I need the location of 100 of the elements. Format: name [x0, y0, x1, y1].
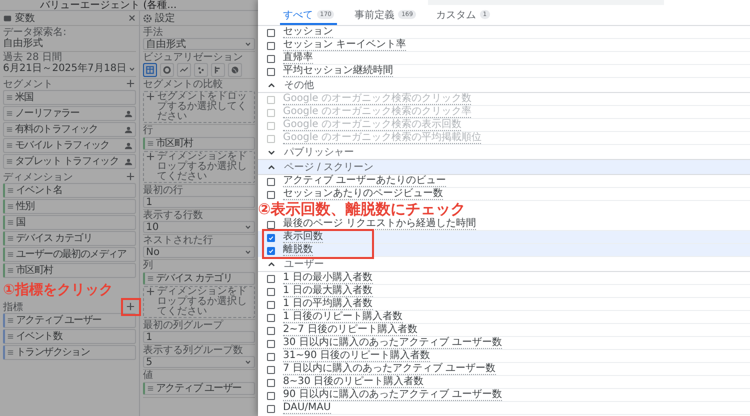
drag-handle-icon[interactable]	[7, 251, 14, 258]
drop-zone[interactable]: セグメントをドロップするか選択してください	[143, 91, 255, 123]
checkbox[interactable]	[267, 190, 275, 198]
metric-name[interactable]: 7 日以内に購入のあったアクティブ ユーザー数	[283, 363, 496, 375]
metric-name[interactable]: 31~90 日後のリピート購入者数	[283, 350, 430, 362]
dropdown-caret-icon	[244, 40, 252, 48]
checkbox[interactable]	[267, 404, 275, 412]
checkbox[interactable]	[267, 178, 275, 186]
metric-chip[interactable]: アクティブ ユーザー	[3, 313, 136, 328]
dimension-chip[interactable]: イベント名	[3, 183, 136, 198]
drag-handle-icon[interactable]	[7, 203, 14, 210]
category-header[interactable]: その他	[258, 78, 750, 93]
dropdown-field[interactable]: 5	[143, 356, 255, 368]
category-header[interactable]: ページ / スクリーン	[258, 160, 750, 175]
drag-handle-icon[interactable]	[6, 158, 13, 165]
drag-handle-icon[interactable]	[7, 235, 14, 242]
metric-name[interactable]: 平均セッション継続時間	[283, 65, 393, 77]
metric-name[interactable]: DAU/MAU	[283, 402, 331, 414]
dimension-chip[interactable]: デバイス カテゴリ	[143, 272, 255, 285]
metric-name[interactable]: 表示回数	[283, 231, 323, 243]
metric-name[interactable]: 30 日以内に購入のあったアクティブ ユーザー数	[283, 337, 502, 349]
dimension-chip[interactable]: デバイス カテゴリ	[3, 231, 136, 246]
drag-handle-icon[interactable]	[147, 275, 154, 282]
dimension-chip[interactable]: 性別	[3, 199, 136, 214]
input-field[interactable]: 1	[143, 331, 255, 343]
metric-name[interactable]: 1 日の平均購入者数	[283, 298, 373, 310]
checkbox[interactable]	[267, 220, 275, 228]
field-label: 最初の列グループ	[143, 321, 224, 331]
metric-name[interactable]: セッションあたりのページビュー数	[283, 188, 443, 200]
field-label: データ探索名:	[3, 28, 68, 38]
metric-name[interactable]: 1 日の最小購入者数	[283, 272, 373, 284]
dropdown-field[interactable]: No	[143, 246, 255, 258]
checkbox[interactable]	[267, 392, 275, 400]
checkbox[interactable]	[267, 326, 275, 334]
drag-handle-icon[interactable]	[6, 126, 13, 133]
metric-name[interactable]: 1 日の最大購入者数	[283, 285, 373, 297]
field-label: ビジュアリゼーション	[143, 53, 244, 63]
field-value[interactable]: 自由形式	[3, 38, 136, 49]
add-button[interactable]	[126, 79, 136, 89]
checkbox[interactable]	[267, 68, 275, 76]
segment-chip[interactable]: 米国	[3, 90, 136, 105]
checkbox[interactable]	[267, 274, 275, 282]
drop-zone[interactable]: ディメンションをドロップするか選択してください	[143, 286, 255, 318]
checkbox[interactable]	[267, 314, 275, 322]
drag-handle-icon[interactable]	[7, 349, 14, 356]
dimension-chip[interactable]: アクティブ ユーザー	[143, 382, 255, 395]
checkbox[interactable]	[267, 352, 275, 360]
category-header[interactable]: ユーザー	[258, 257, 750, 272]
drag-handle-icon[interactable]	[7, 333, 14, 340]
metric-name[interactable]: セッション	[283, 26, 333, 38]
drag-handle-icon[interactable]	[6, 142, 13, 149]
checkbox[interactable]	[267, 300, 275, 308]
metric-name[interactable]: 8~30 日後のリピート購入者数	[283, 376, 424, 388]
visualization-option[interactable]	[143, 63, 157, 77]
field-label: セグメントの比較	[143, 80, 224, 90]
metric-name[interactable]: セッション キーイベント率	[283, 39, 406, 51]
checkbox[interactable]	[267, 234, 275, 242]
segment-chip[interactable]: タブレット トラフィック	[3, 154, 136, 169]
drop-zone[interactable]: ディメンションをドロップするか選択してください	[143, 151, 255, 183]
checkbox[interactable]	[267, 366, 275, 374]
add-button[interactable]	[126, 302, 136, 312]
metric-name[interactable]: 90 日以内に購入のあったアクティブ ユーザー数	[283, 389, 502, 401]
input-field[interactable]: 1	[143, 196, 255, 208]
dimension-chip[interactable]: 市区町村	[143, 137, 255, 150]
metric-name[interactable]: 離脱数	[283, 244, 313, 256]
people-icon	[124, 142, 133, 150]
checkbox[interactable]	[267, 288, 275, 296]
drag-handle-icon[interactable]	[7, 187, 14, 194]
dimension-chip[interactable]: 国	[3, 215, 136, 230]
checkbox[interactable]	[267, 54, 275, 62]
checkbox[interactable]	[267, 340, 275, 348]
segment-chip[interactable]: 有料のトラフィック	[3, 122, 136, 137]
dropdown-field[interactable]: 自由形式	[143, 38, 255, 50]
dropdown-field[interactable]: 10	[143, 221, 255, 233]
metric-chip[interactable]: トランザクション	[3, 345, 136, 360]
metric-name[interactable]: 最後のページ リクエストから経過した時間	[283, 218, 476, 230]
dimension-chip[interactable]: ユーザーの最初のメディア	[3, 247, 136, 262]
segment-chip[interactable]: ノーリファラー	[3, 106, 136, 121]
metric-name[interactable]: 2~7 日後のリピート購入者数	[283, 324, 418, 336]
checkbox[interactable]	[267, 28, 275, 36]
checkbox[interactable]	[267, 378, 275, 386]
drag-handle-icon[interactable]	[7, 219, 14, 226]
metric-name[interactable]: アクティブ ユーザーあたりのビュー	[283, 175, 446, 187]
dimension-chip[interactable]: 市区町村	[3, 263, 136, 278]
segment-chip[interactable]: モバイル トラフィック	[3, 138, 136, 153]
close-icon[interactable]	[128, 14, 136, 22]
drag-handle-icon[interactable]	[6, 110, 13, 117]
checkbox[interactable]	[267, 42, 275, 50]
drag-handle-icon[interactable]	[147, 140, 154, 147]
add-button[interactable]	[126, 172, 136, 182]
metric-chip[interactable]: イベント数	[3, 329, 136, 344]
metric-name[interactable]: 直帰率	[283, 52, 313, 64]
panel-title: 設定	[155, 12, 176, 25]
metric-name[interactable]: 1 日後のリピート購入者数	[283, 311, 403, 323]
drag-handle-icon[interactable]	[147, 385, 154, 392]
drag-handle-icon[interactable]	[7, 317, 14, 324]
field-value[interactable]: 6月21日～2025年7月18日	[3, 63, 128, 74]
drag-handle-icon[interactable]	[6, 94, 13, 101]
checkbox[interactable]	[267, 246, 275, 254]
drag-handle-icon[interactable]	[7, 267, 14, 274]
